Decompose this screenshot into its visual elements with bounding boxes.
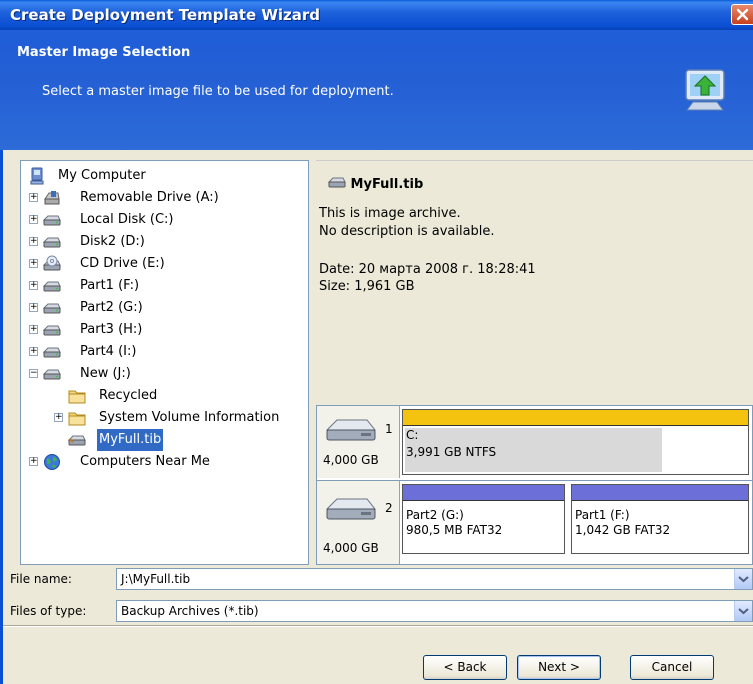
partition-name: Part1 (F:) [575, 508, 630, 522]
partition-filesystem: 3,991 GB NTFS [406, 445, 497, 459]
floppy-drive-icon [44, 191, 60, 205]
tree-label: Local Disk (C:) [80, 212, 174, 227]
expand-toggle[interactable]: + [29, 259, 38, 268]
archive-filename: MyFull.tib [350, 177, 424, 192]
page-title: Master Image Selection [17, 45, 191, 60]
deploy-computer-icon [685, 69, 725, 111]
filename-combo[interactable]: J:\MyFull.tib [116, 568, 753, 590]
tree-label-selected: MyFull.tib [97, 429, 164, 451]
page-subtitle: Select a master image file to be used fo… [42, 84, 394, 99]
partition-part2-g[interactable]: Part2 (G:) 980,5 MB FAT32 [402, 484, 565, 554]
wizard-header: Master Image Selection Select a master i… [0, 30, 753, 150]
disk-size: 4,000 GB [323, 541, 379, 555]
disk-info: 2 4,000 GB [317, 481, 400, 564]
tree-label: Recycled [99, 388, 158, 403]
expand-toggle[interactable]: + [29, 215, 38, 224]
filename-value: J:\MyFull.tib [121, 572, 191, 586]
tree-label: My Computer [58, 168, 146, 183]
hard-disk-icon [43, 347, 61, 358]
archive-description-line1: This is image archive. [319, 206, 461, 221]
expand-toggle[interactable]: + [29, 457, 38, 466]
archive-info-panel: MyFull.tib This is image archive. No des… [316, 160, 753, 406]
partition-bar [403, 410, 748, 426]
footer-separator [3, 625, 753, 627]
next-button[interactable]: Next > [517, 655, 601, 680]
filetype-label: Files of type: [10, 604, 87, 618]
filename-dropdown-button[interactable] [734, 569, 752, 589]
partition-c[interactable]: C: 3,991 GB NTFS [402, 409, 749, 475]
globe-icon [44, 454, 60, 470]
close-button[interactable] [731, 4, 753, 25]
filename-label: File name: [10, 572, 72, 586]
tree-label: Removable Drive (A:) [80, 190, 219, 205]
tree-label: New (J:) [80, 366, 131, 381]
partition-name: C: [406, 428, 419, 442]
folder-icon [68, 412, 86, 426]
archive-file-icon [327, 177, 346, 188]
disk-number: 2 [385, 501, 393, 515]
archive-title: MyFull.tib [327, 172, 424, 192]
hard-disk-icon [43, 215, 61, 226]
hard-disk-icon [43, 325, 61, 336]
expand-toggle[interactable]: + [54, 413, 63, 422]
wizard-window: Create Deployment Template Wizard Master… [0, 0, 753, 684]
hard-disk-icon [43, 237, 61, 248]
partition-filesystem: 1,042 GB FAT32 [575, 523, 671, 537]
partition-name: Part2 (G:) [406, 508, 464, 522]
hard-disk-icon [325, 498, 377, 520]
expand-toggle[interactable]: + [29, 325, 38, 334]
partition-bar [403, 485, 564, 501]
expand-toggle[interactable]: + [29, 237, 38, 246]
cd-drive-icon [43, 255, 61, 271]
disk-row-1: 1 4,000 GB C: 3,991 GB NTFS [317, 406, 753, 481]
expand-toggle[interactable]: + [29, 347, 38, 356]
tree-label: Part1 (F:) [80, 278, 140, 293]
filetype-value: Backup Archives (*.tib) [121, 604, 259, 618]
window-title: Create Deployment Template Wizard [10, 6, 321, 24]
tree-label: Computers Near Me [80, 454, 210, 469]
disk-size: 4,000 GB [323, 453, 379, 467]
chevron-down-icon [738, 608, 749, 615]
disk-info: 1 4,000 GB [317, 406, 400, 478]
close-icon [736, 8, 749, 21]
disk-layout-panel: 1 4,000 GB C: 3,991 GB NTFS 2 4,000 GB P… [316, 405, 753, 565]
archive-file-icon [68, 435, 86, 446]
chevron-down-icon [738, 576, 749, 583]
my-computer-icon [30, 167, 44, 185]
archive-description-line2: No description is available. [319, 224, 495, 239]
tree-label: CD Drive (E:) [80, 256, 165, 271]
tree-label: Part2 (G:) [80, 300, 143, 315]
archive-size: Size: 1,961 GB [319, 279, 415, 294]
back-button[interactable]: < Back [423, 655, 507, 680]
hard-disk-icon [325, 419, 377, 441]
cancel-button[interactable]: Cancel [630, 655, 714, 680]
disk-row-2: 2 4,000 GB Part2 (G:) 980,5 MB FAT32 Par… [317, 481, 753, 564]
folder-tree[interactable]: My Computer + Removable Drive (A:) + Loc… [20, 160, 309, 565]
tree-label: System Volume Information [99, 410, 280, 425]
hard-disk-icon [43, 303, 61, 314]
partition-filesystem: 980,5 MB FAT32 [406, 523, 503, 537]
partition-part1-f[interactable]: Part1 (F:) 1,042 GB FAT32 [571, 484, 749, 554]
title-bar: Create Deployment Template Wizard [0, 0, 753, 30]
filetype-combo[interactable]: Backup Archives (*.tib) [116, 600, 753, 622]
expand-toggle[interactable]: + [29, 281, 38, 290]
tree-label: Part4 (I:) [80, 344, 137, 359]
disk-number: 1 [385, 422, 393, 436]
tree-label: Part3 (H:) [80, 322, 143, 337]
archive-date: Date: 20 марта 2008 г. 18:28:41 [319, 262, 536, 277]
hard-disk-icon [43, 281, 61, 292]
hard-disk-icon [43, 369, 61, 380]
filetype-dropdown-button[interactable] [734, 601, 752, 621]
tree-label: Disk2 (D:) [80, 234, 145, 249]
expand-toggle[interactable]: + [29, 193, 38, 202]
partition-bar [572, 485, 748, 501]
expand-toggle[interactable]: + [29, 303, 38, 312]
collapse-toggle[interactable]: − [29, 369, 38, 378]
folder-icon [68, 390, 86, 404]
